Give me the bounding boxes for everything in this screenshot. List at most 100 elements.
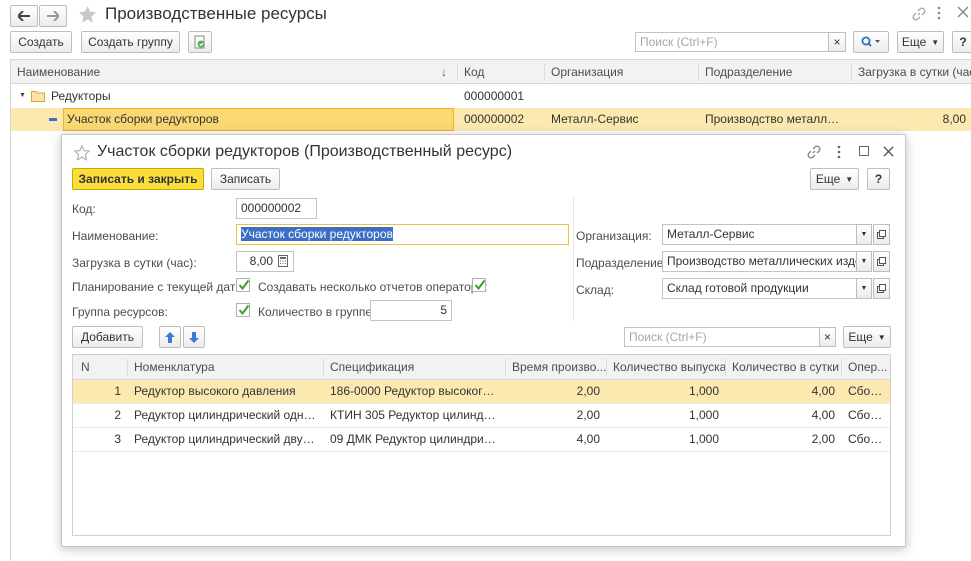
link-icon[interactable] (912, 7, 926, 24)
open-link-icon (877, 230, 886, 239)
row-load: 8,00 (942, 112, 966, 126)
save-and-close-button[interactable]: Записать и закрыть (72, 168, 204, 190)
expand-toggle-icon[interactable]: ▼ (19, 92, 26, 99)
column-header-qty[interactable]: Количество выпуска (607, 355, 725, 380)
department-open-button[interactable] (873, 251, 890, 272)
move-up-button[interactable] (159, 326, 181, 348)
resource-form: Участок сборки редукторов (Производствен… (61, 134, 906, 547)
department-field[interactable]: Производство металлических издели (662, 251, 857, 272)
row-name: Редукторы (51, 89, 111, 103)
cell-spec: 186-0000 Редуктор высокого д... (330, 384, 505, 398)
products-table: N Номенклатура Спецификация Время произв… (72, 354, 891, 536)
more-button[interactable]: Еще ▼ (897, 31, 944, 53)
cell-n: 1 (114, 384, 121, 398)
column-header-name[interactable]: Наименование (11, 60, 457, 85)
organization-label: Организация: (576, 229, 652, 243)
form-help-button[interactable]: ? (867, 168, 890, 190)
refresh-icon (194, 35, 205, 49)
calculator-icon[interactable] (278, 255, 288, 270)
row-code: 000000002 (464, 112, 525, 126)
move-down-button[interactable] (183, 326, 205, 348)
warehouse-dropdown-button[interactable]: ▼ (856, 278, 872, 299)
department-label: Подразделение: (576, 256, 667, 270)
column-header-load[interactable]: Загрузка в сутки (час) (852, 60, 971, 85)
cell-item: Редуктор цилиндрический двухст... (134, 432, 323, 446)
name-field[interactable]: Участок сборки редукторов (236, 224, 569, 245)
row-dept: Производство металличе... (705, 112, 851, 126)
organization-field[interactable]: Металл-Сервис (662, 224, 857, 245)
column-header-item[interactable]: Номенклатура (128, 355, 323, 380)
table-row[interactable]: ▼ Редукторы 000000001 (11, 85, 971, 108)
form-more-button[interactable]: Еще ▼ (810, 168, 859, 190)
multi-report-checkbox[interactable] (472, 278, 486, 292)
save-button[interactable]: Записать (211, 168, 280, 190)
column-header-per-day[interactable]: Количество в сутки (726, 355, 841, 380)
warehouse-field[interactable]: Склад готовой продукции (662, 278, 857, 299)
close-icon[interactable] (883, 146, 894, 160)
close-icon[interactable] (957, 6, 969, 21)
element-marker-icon (49, 118, 57, 121)
table-row[interactable]: 1 Редуктор высокого давления 186-0000 Ре… (73, 380, 890, 404)
search-input[interactable]: Поиск (Ctrl+F) (635, 32, 829, 52)
folder-icon (31, 90, 45, 105)
cell-qty: 1,000 (688, 384, 719, 398)
load-field-value: 8,00 (249, 254, 273, 268)
more-label: Еще (901, 35, 927, 49)
link-icon[interactable] (807, 145, 821, 162)
chevron-down-icon: ▼ (931, 37, 940, 47)
column-header-n[interactable]: N (75, 355, 127, 380)
more-vertical-icon[interactable] (837, 145, 841, 162)
column-header-code[interactable]: Код (458, 60, 544, 85)
maximize-icon[interactable] (859, 146, 869, 156)
column-header-operation[interactable]: Опер... (842, 355, 890, 380)
organization-open-button[interactable] (873, 224, 890, 245)
create-group-button[interactable]: Создать группу (81, 31, 180, 53)
products-table-header: N Номенклатура Спецификация Время произв… (73, 355, 890, 380)
warehouse-open-button[interactable] (873, 278, 890, 299)
row-org: Металл-Сервис (551, 112, 639, 126)
table-search-input[interactable]: Поиск (Ctrl+F) (624, 327, 820, 347)
back-button[interactable] (10, 5, 38, 27)
search-clear-button[interactable]: × (828, 32, 846, 52)
help-button[interactable]: ? (952, 31, 971, 53)
more-vertical-icon[interactable] (937, 6, 945, 22)
warehouse-label: Склад: (576, 283, 615, 297)
favorite-star-icon[interactable] (78, 5, 97, 27)
column-header-spec[interactable]: Спецификация (324, 355, 505, 380)
list-table-header: Наименование ↓ Код Организация Подраздел… (11, 59, 971, 84)
favorite-star-icon[interactable] (73, 144, 91, 164)
column-header-dept[interactable]: Подразделение (699, 60, 851, 85)
chevron-down-icon: ▼ (845, 174, 854, 184)
table-row[interactable]: 3 Редуктор цилиндрический двухст... 09 Д… (73, 428, 890, 452)
planning-checkbox[interactable] (236, 278, 250, 292)
cell-time: 2,00 (576, 408, 600, 422)
group-count-field[interactable]: 5 (370, 300, 452, 321)
cell-item: Редуктор высокого давления (134, 384, 296, 398)
column-header-org[interactable]: Организация (545, 60, 698, 85)
table-search-clear-button[interactable]: × (819, 327, 836, 347)
cell-spec: 09 ДМК Редуктор цилиндричес... (330, 432, 505, 446)
cell-qty: 1,000 (688, 408, 719, 422)
create-button[interactable]: Создать (10, 31, 72, 53)
table-row[interactable]: 2 Редуктор цилиндрический одност... КТИН… (73, 404, 890, 428)
refresh-button[interactable] (188, 31, 212, 53)
add-row-button[interactable]: Добавить (72, 326, 143, 348)
organization-dropdown-button[interactable]: ▼ (856, 224, 872, 245)
search-button[interactable] (853, 31, 889, 53)
search-icon (861, 36, 880, 47)
chevron-down-icon: ▼ (877, 332, 886, 342)
code-field[interactable]: 000000002 (236, 198, 317, 219)
table-more-button[interactable]: Еще ▼ (843, 326, 891, 348)
forward-button[interactable] (39, 5, 67, 27)
page-title: Производственные ресурсы (105, 4, 327, 23)
cell-time: 2,00 (576, 384, 600, 398)
table-row[interactable]: Участок сборки редукторов 000000002 Мета… (11, 108, 971, 131)
arrow-down-icon (189, 331, 199, 343)
column-header-time[interactable]: Время произво... (506, 355, 606, 380)
row-code: 000000001 (464, 89, 525, 103)
resource-group-checkbox[interactable] (236, 303, 250, 317)
arrow-left-icon (18, 11, 30, 21)
row-name[interactable]: Участок сборки редукторов (63, 108, 454, 131)
department-dropdown-button[interactable]: ▼ (856, 251, 872, 272)
more-label: Еще (815, 172, 841, 186)
